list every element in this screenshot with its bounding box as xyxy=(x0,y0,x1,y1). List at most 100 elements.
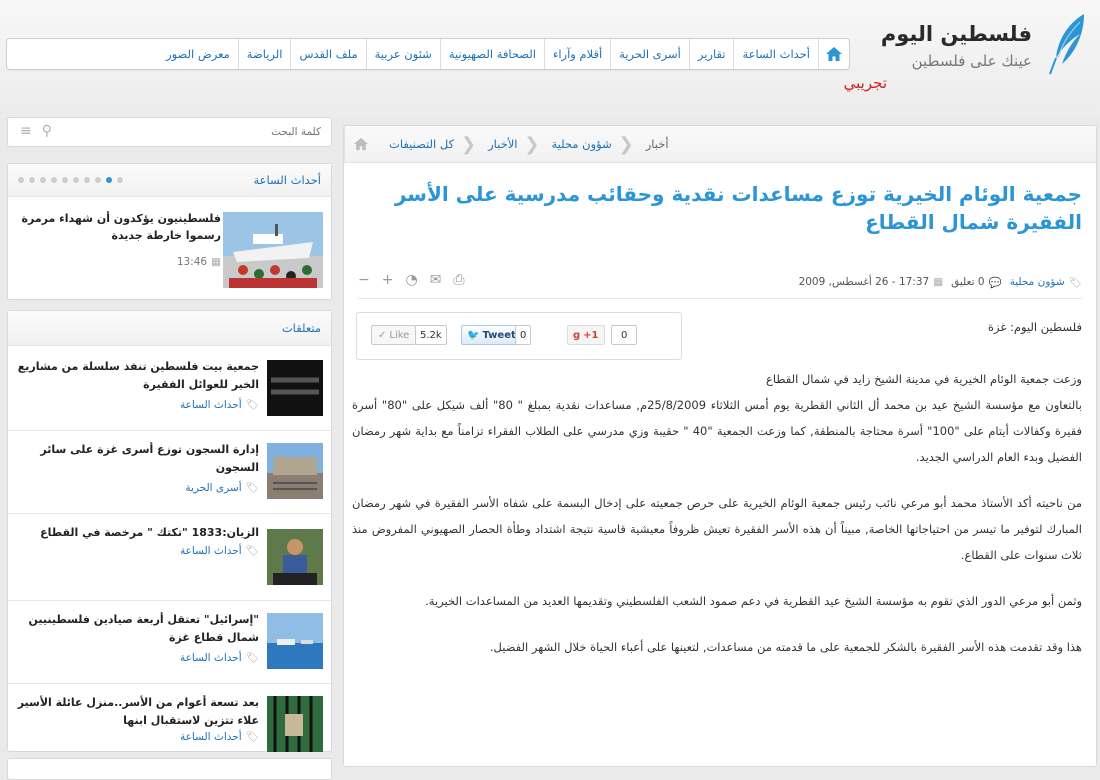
tag-icon: 🏷 xyxy=(245,545,259,557)
article-paragraph: وزعت جمعية الوئام الخيرية في مدينة الشيخ… xyxy=(765,372,1082,386)
article-paragraph: بالتعاون مع مؤسسة الشيخ عيد بن محمد أل ا… xyxy=(352,398,1083,464)
slider-dot[interactable] xyxy=(29,177,35,183)
breadcrumb-current: أخبار xyxy=(645,137,669,151)
gplus-count: 0 xyxy=(611,325,638,345)
social-share-box: ✓ Like 5.2k 🐦 Tweet 0 g +1 0 xyxy=(356,312,682,360)
nav-item-opinions[interactable]: أقلام وآراء xyxy=(543,39,610,69)
article-paragraph: وثمن أبو مرعي الدور الذي تقوم به مؤسسة ا… xyxy=(425,594,1082,608)
breaking-news-title[interactable]: فلسطينيون يؤكدون أن شهداء مرمرة رسموا خا… xyxy=(21,210,221,244)
slider-dot[interactable] xyxy=(117,177,123,183)
list-item[interactable]: الزيان:1833 "تكتك " مرخصة في القطاع 🏷 أح… xyxy=(8,514,331,601)
breadcrumb-all-categories[interactable]: كل التصنيفات xyxy=(377,137,466,151)
logo-subtitle: عينك على فلسطين xyxy=(911,52,1032,70)
beta-badge: تجريبي xyxy=(843,74,887,92)
related-thumbnail xyxy=(267,443,323,499)
nav-item-zionist-press[interactable]: الصحافة الصهيونية xyxy=(439,39,544,69)
breadcrumb-home-button[interactable] xyxy=(344,126,377,162)
print-icon[interactable]: ⎙ xyxy=(453,272,464,288)
breaking-news-thumbnail[interactable] xyxy=(223,212,323,288)
search-icon[interactable]: ⚲ xyxy=(42,123,52,139)
related-category-label: أحداث الساعة xyxy=(180,730,242,743)
related-title: جمعية بيت فلسطين تنفذ سلسلة من مشاريع ال… xyxy=(17,360,259,391)
email-icon[interactable]: ✉ xyxy=(430,272,442,288)
meta-category[interactable]: 🏷 شؤون محلية xyxy=(1010,276,1082,289)
related-thumbnail xyxy=(267,360,323,416)
like-count: 5.2k xyxy=(415,325,447,345)
slider-dot[interactable] xyxy=(18,177,24,183)
meta-comments[interactable]: 💬 0 تعليق xyxy=(951,276,1002,289)
breadcrumb-local-affairs[interactable]: شؤون محلية xyxy=(539,137,623,151)
related-category: 🏷 أحداث الساعة xyxy=(180,651,259,665)
tag-icon: 🏷 xyxy=(245,399,259,411)
related-thumbnail xyxy=(267,696,323,752)
related-header: متعلقات xyxy=(8,311,331,346)
nav-item-sports[interactable]: الرياضة xyxy=(237,39,291,69)
article-meta: 🏷 شؤون محلية 💬 0 تعليق ▦ 17:37 - 26 أغسط… xyxy=(358,272,1082,292)
nav-item-jerusalem[interactable]: ملف القدس xyxy=(290,39,365,69)
facebook-like-button[interactable]: ✓ Like xyxy=(371,325,417,345)
slider-dot[interactable] xyxy=(51,177,57,183)
home-icon xyxy=(826,47,842,61)
article-paragraph: هذا وقد تقدمت هذه الأسر الفقيرة بالشكر ل… xyxy=(489,640,1082,654)
nav-item-gallery[interactable]: معرض الصور xyxy=(158,39,238,69)
google-plus-button[interactable]: g +1 xyxy=(567,325,605,345)
comment-icon: 💬 xyxy=(988,276,1002,289)
nav-item-prisoners[interactable]: أسرى الحرية xyxy=(610,39,689,69)
article-panel: كل التصنيفات ❮ الأخبار ❮ شؤون محلية ❮ أخ… xyxy=(343,125,1097,767)
list-item[interactable]: إدارة السجون توزع أسرى غزة على سائر السج… xyxy=(8,431,331,514)
gplus-label: +1 xyxy=(583,329,599,341)
search-icons: ≡ ⚲ xyxy=(20,123,52,139)
article-paragraph: من ناحيته أكد الأستاذ محمد أبو مرعي نائب… xyxy=(352,496,1082,562)
list-item[interactable]: "إسرائيل" تعتقل أربعة صيادين فلسطينيين ش… xyxy=(8,601,331,684)
related-heading: متعلقات xyxy=(281,321,321,335)
related-category-label: أسرى الحرية xyxy=(185,481,242,494)
article-source: فلسطين اليوم: غزة xyxy=(987,320,1082,334)
slider-dot[interactable] xyxy=(84,177,90,183)
chevron-left-icon: ❮ xyxy=(618,133,634,155)
rss-icon[interactable]: ◔ xyxy=(405,272,417,288)
check-icon: ✓ xyxy=(378,329,387,341)
nav-item-breaking[interactable]: أحداث الساعة xyxy=(733,39,818,69)
slider-dot[interactable] xyxy=(40,177,46,183)
calendar-icon: ▦ xyxy=(211,256,221,268)
slider-dot[interactable] xyxy=(62,177,68,183)
article-title: جمعية الوئام الخيرية توزع مساعدات نقدية … xyxy=(394,182,1082,234)
article-tools: − + ◔ ✉ ⎙ xyxy=(358,272,465,288)
meta-divider xyxy=(358,298,1082,299)
slider-dot[interactable] xyxy=(73,177,79,183)
related-title: الزيان:1833 "تكتك " مرخصة في القطاع xyxy=(40,526,259,539)
breaking-news-time: ▦ 13:46 xyxy=(177,256,221,268)
related-category-label: أحداث الساعة xyxy=(180,651,242,664)
slider-dot[interactable] xyxy=(95,177,101,183)
nav-home-button[interactable] xyxy=(818,39,849,69)
breadcrumb: كل التصنيفات ❮ الأخبار ❮ شؤون محلية ❮ أخ… xyxy=(344,126,1096,163)
related-category-label: أحداث الساعة xyxy=(180,544,242,557)
site-logo[interactable]: فلسطين اليوم عينك على فلسطين تجريبي xyxy=(840,12,1090,92)
like-label: Like xyxy=(389,329,410,341)
breadcrumb-news[interactable]: الأخبار xyxy=(476,137,529,151)
tag-icon: 🏷 xyxy=(245,482,259,494)
tweet-label: Tweet xyxy=(482,329,516,341)
twitter-bird-icon: 🐦 xyxy=(467,329,480,341)
list-item[interactable]: بعد تسعة أعوام من الأسر..منزل عائلة الأس… xyxy=(8,684,331,766)
tweet-count: 0 xyxy=(515,325,532,345)
breaking-news-heading: أحداث الساعة xyxy=(253,173,321,187)
related-title: إدارة السجون توزع أسرى غزة على سائر السج… xyxy=(40,443,259,474)
list-item[interactable]: جمعية بيت فلسطين تنفذ سلسلة من مشاريع ال… xyxy=(8,348,331,431)
breaking-news-time-label: 13:46 xyxy=(176,256,208,268)
zoom-in-icon[interactable]: + xyxy=(382,272,394,288)
tag-icon: 🏷 xyxy=(245,652,259,664)
chevron-left-icon: ❮ xyxy=(460,133,477,155)
search-input[interactable] xyxy=(79,122,323,142)
tweet-button[interactable]: 🐦 Tweet xyxy=(461,325,522,345)
home-icon xyxy=(354,137,368,151)
breaking-news-widget: أحداث الساعة فلسطينيون يؤكدون أن شهداء م… xyxy=(7,163,332,300)
nav-item-reports[interactable]: تقارير xyxy=(688,39,734,69)
related-widget: متعلقات جمعية بيت فلسطين تنفذ سلسلة من م… xyxy=(7,310,332,752)
zoom-out-icon[interactable]: − xyxy=(358,272,370,288)
nav-item-arab-affairs[interactable]: شئون عربية xyxy=(365,39,440,69)
slider-dot-active[interactable] xyxy=(106,177,112,183)
menu-icon[interactable]: ≡ xyxy=(20,123,32,139)
google-icon: g xyxy=(573,329,581,341)
meta-comments-label: 0 تعليق xyxy=(951,276,985,288)
